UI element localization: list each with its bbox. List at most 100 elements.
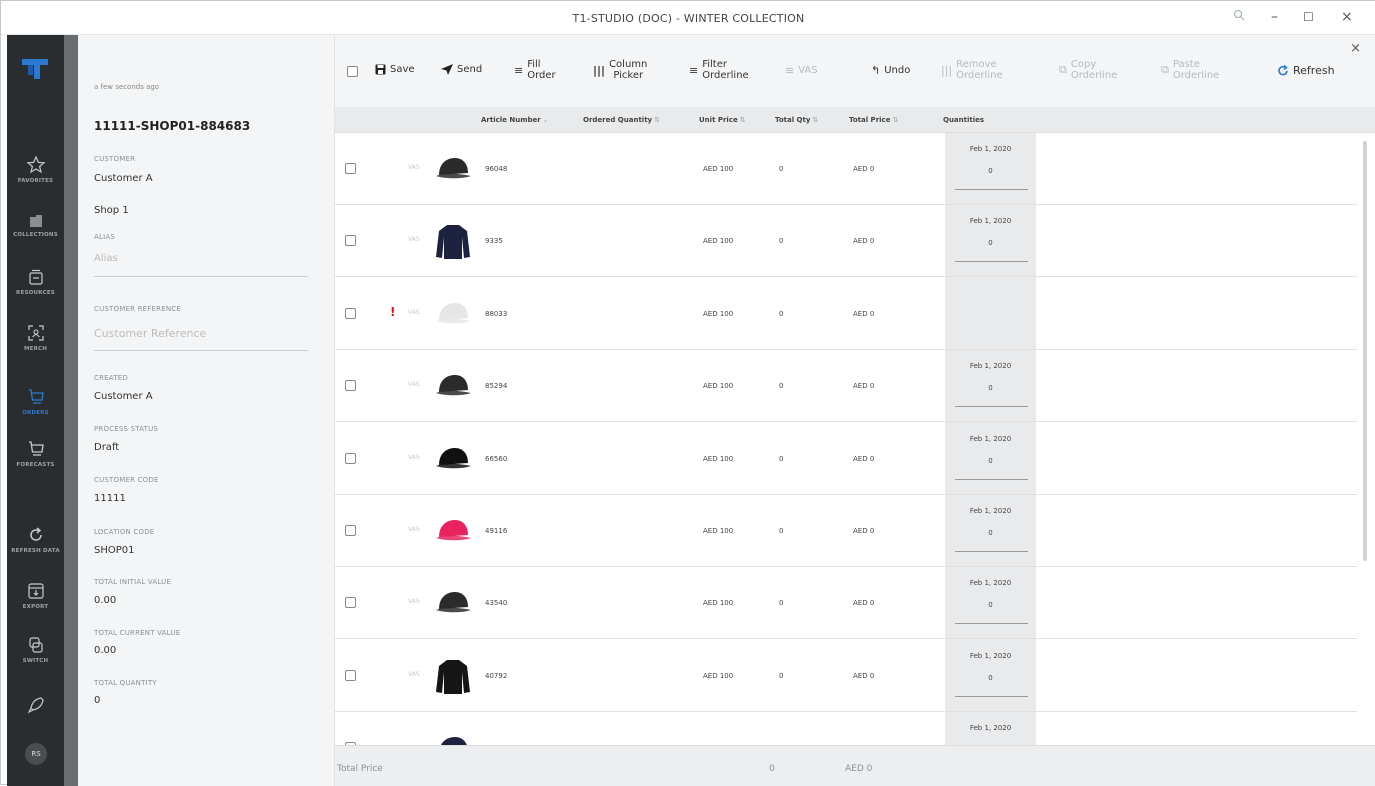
table-row[interactable]: VAS 43540 AED 100 0 AED 0 Feb 1, 2020 0 [335, 567, 1357, 640]
shop-value: Shop 1 [94, 205, 129, 216]
cart-icon [28, 389, 44, 404]
nav-export[interactable]: EXPORT [7, 581, 64, 610]
quantity-input[interactable]: 0 [945, 384, 1036, 392]
quantity-input[interactable]: 0 [945, 529, 1036, 537]
minimize-button[interactable]: – [1271, 9, 1278, 25]
total-current-value: 0.00 [94, 645, 117, 656]
nav-forecasts[interactable]: FORECASTS [7, 439, 64, 468]
quantity-input-underline [955, 695, 1028, 697]
row-vas-label[interactable]: VAS [408, 236, 420, 243]
row-checkbox[interactable] [345, 380, 356, 392]
row-vas-label[interactable]: VAS [408, 598, 420, 605]
alias-field[interactable]: Alias [94, 253, 118, 264]
customer-reference-label: CUSTOMER REFERENCE [94, 305, 181, 313]
nav-refresh-data[interactable]: REFRESH DATA [7, 525, 64, 554]
location-code-value: SHOP01 [94, 545, 135, 556]
row-checkbox[interactable] [345, 235, 356, 247]
quantity-date: Feb 1, 2020 [969, 507, 1012, 515]
vas-button[interactable]: ≡ VAS [785, 64, 818, 77]
scrollbar-thumb[interactable] [1363, 141, 1367, 561]
row-checkbox[interactable] [345, 452, 356, 464]
created-label: CREATED [94, 374, 128, 382]
quantity-input-underline [955, 406, 1028, 408]
row-checkbox[interactable] [345, 669, 356, 681]
table-row[interactable]: ! VAS 88033 AED 100 0 AED 0 [335, 278, 1357, 350]
copy-orderline-button[interactable]: ⧉ Copy Orderline [1059, 59, 1117, 81]
customer-reference-field[interactable]: Customer Reference [94, 327, 206, 340]
row-vas-label[interactable]: VAS [408, 164, 420, 171]
nav-rocket[interactable] [7, 695, 64, 715]
col-article-number[interactable]: Article Number ⌄ [481, 116, 549, 124]
total-quantity-label: TOTAL QUANTITY [94, 679, 157, 687]
row-checkbox[interactable] [345, 163, 356, 174]
table-row[interactable]: VAS 9335 AED 100 0 AED 0 Feb 1, 2020 0 [335, 205, 1357, 278]
maximize-button[interactable]: ☐ [1303, 10, 1314, 24]
table-row[interactable]: Feb 1, 2020 [335, 712, 1357, 745]
undo-button[interactable]: ↰ Undo [871, 64, 910, 77]
fill-order-icon: ≡ [514, 63, 524, 77]
nav-orders[interactable]: ORDERS [7, 387, 64, 416]
quantity-input[interactable]: 0 [945, 601, 1036, 609]
nav-collections-label: COLLECTIONS [13, 232, 58, 238]
total-qty: 0 [779, 309, 784, 318]
nav-favorites-label: FAVORITES [17, 178, 54, 184]
total-qty: 0 [779, 599, 784, 608]
fill-order-button[interactable]: ≡ Fill Order [514, 59, 556, 81]
paste-orderline-button[interactable]: ⧉ Paste Orderline [1161, 59, 1219, 81]
row-checkbox[interactable] [345, 525, 356, 536]
nav-collections[interactable]: COLLECTIONS [7, 213, 64, 238]
row-checkbox[interactable] [345, 307, 356, 319]
column-picker-button[interactable]: ||| Column Picker [593, 59, 647, 81]
table-row[interactable]: VAS 96048 AED 100 0 AED 0 Feb 1, 2020 0 [335, 133, 1357, 205]
paste-icon: ⧉ [1161, 63, 1169, 76]
quantity-input[interactable]: 0 [945, 457, 1036, 465]
row-vas-label[interactable]: VAS [408, 309, 420, 316]
nav-resources-label: RESOURCES [16, 290, 55, 296]
remove-orderline-button[interactable]: ||| Remove Orderline [941, 59, 1003, 81]
cap-image [433, 511, 473, 551]
nav-resources[interactable]: RESOURCES [7, 267, 64, 296]
close-icon[interactable]: × [1350, 41, 1361, 56]
col-total-qty[interactable]: Total Qty ⇅ [775, 116, 818, 124]
avatar[interactable]: RS [25, 743, 47, 765]
row-vas-label[interactable]: VAS [408, 526, 420, 533]
refresh-button[interactable]: Refresh [1277, 64, 1335, 77]
customer-code-value: 11111 [94, 493, 126, 504]
resources-icon [28, 269, 43, 285]
footer-total-label: Total Price [337, 764, 383, 774]
row-checkbox[interactable] [345, 597, 356, 609]
rocket-icon [27, 697, 44, 714]
table-row[interactable]: VAS 66560 AED 100 0 AED 0 Feb 1, 2020 0 [335, 423, 1357, 495]
col-ordered-quantity[interactable]: Ordered Quantity ⇅ [583, 116, 660, 124]
nav-favorites[interactable]: FAVORITES [7, 155, 64, 184]
nav-switch[interactable]: SWITCH [7, 635, 64, 664]
select-all-checkbox[interactable] [347, 66, 358, 77]
filter-label-1: Filter [702, 59, 727, 70]
quantity-input[interactable]: 0 [945, 239, 1036, 247]
window-title: T1-STUDIO (DOC) - WINTER COLLECTION [572, 12, 805, 25]
sweater-image [433, 221, 473, 261]
table-row[interactable]: VAS 85294 AED 100 0 AED 0 Feb 1, 2020 0 [335, 350, 1357, 423]
sort-icon: ⇅ [654, 116, 660, 124]
row-vas-label[interactable]: VAS [408, 671, 420, 678]
zoom-icon[interactable] [1233, 9, 1245, 25]
row-vas-label[interactable]: VAS [408, 454, 420, 461]
orderlines-area: Save Send ≡ Fill Order ||| Column Picker ≡… [335, 35, 1375, 786]
scrollbar[interactable] [1357, 133, 1375, 745]
quantity-input[interactable]: 0 [945, 167, 1036, 175]
col-unit-price[interactable]: Unit Price ⇅ [699, 116, 746, 124]
row-vas-label[interactable]: VAS [408, 381, 420, 388]
nav-collapse-strip[interactable] [64, 35, 78, 786]
refresh-label: Refresh [1293, 64, 1335, 77]
footer-total-price: AED 0 [845, 764, 873, 774]
nav-merch[interactable]: MERCH [7, 323, 64, 352]
send-button[interactable]: Send [441, 64, 482, 75]
col-total-price[interactable]: Total Price ⇅ [849, 116, 898, 124]
window-close-button[interactable]: × [1341, 9, 1353, 25]
table-row[interactable]: VAS 49116 AED 100 0 AED 0 Feb 1, 2020 0 [335, 495, 1357, 567]
save-button[interactable]: Save [375, 64, 415, 75]
total-price: AED 0 [853, 599, 875, 608]
quantity-input[interactable]: 0 [945, 674, 1036, 682]
table-row[interactable]: VAS 40792 AED 100 0 AED 0 Feb 1, 2020 0 [335, 640, 1357, 712]
filter-orderline-button[interactable]: ≡ Filter Orderline [689, 59, 749, 81]
